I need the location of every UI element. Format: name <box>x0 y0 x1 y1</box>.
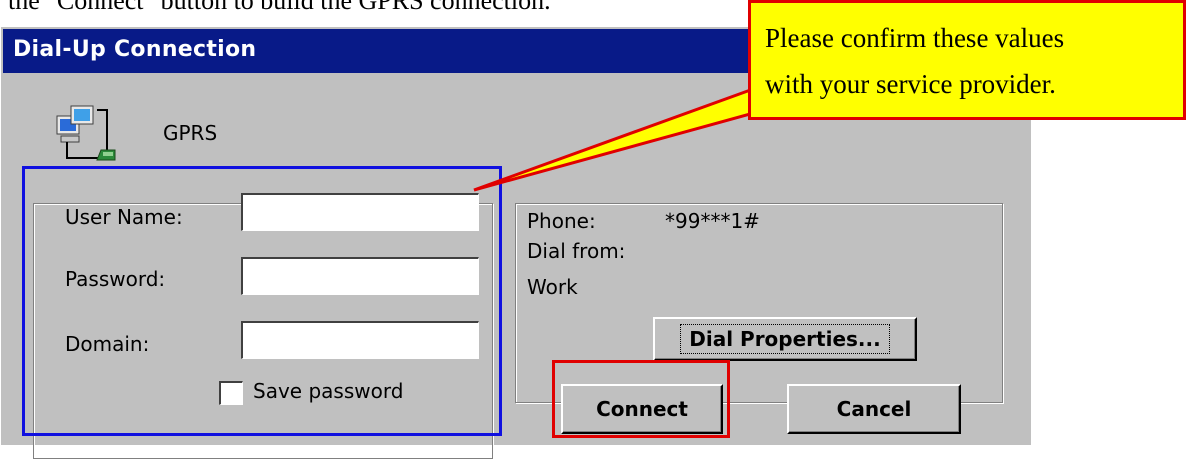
callout-line-1: Please confirm these values <box>765 23 1065 53</box>
user-name-field[interactable] <box>241 193 479 231</box>
dialog-title: Dial-Up Connection <box>13 37 257 62</box>
dial-from-label: Dial from: <box>527 239 626 263</box>
password-field[interactable] <box>241 257 479 295</box>
save-password-checkbox[interactable] <box>219 381 243 405</box>
domain-label: Domain: <box>65 332 150 356</box>
save-password-label[interactable]: Save password <box>253 379 403 403</box>
connect-label: Connect <box>596 397 688 421</box>
password-label: Password: <box>65 267 166 291</box>
network-computers-icon <box>56 105 116 161</box>
connection-name: GPRS <box>163 121 218 145</box>
document-intro-text: the "Connect" button to build the GPRS c… <box>8 0 551 15</box>
cancel-button[interactable]: Cancel <box>787 384 961 434</box>
dial-location: Work <box>527 275 578 299</box>
callout-note: Please confirm these values with your se… <box>748 0 1186 120</box>
dial-info-group <box>515 203 1003 403</box>
phone-label: Phone: <box>527 209 596 233</box>
user-name-label: User Name: <box>65 205 183 229</box>
cancel-label: Cancel <box>836 397 912 421</box>
dial-properties-button[interactable]: Dial Properties... <box>653 317 917 361</box>
connect-button[interactable]: Connect <box>561 384 723 434</box>
phone-number: *99***1# <box>665 209 760 233</box>
dial-properties-label: Dial Properties... <box>680 324 890 354</box>
callout-line-2: with your service provider. <box>765 69 1056 99</box>
domain-field[interactable] <box>241 321 479 359</box>
